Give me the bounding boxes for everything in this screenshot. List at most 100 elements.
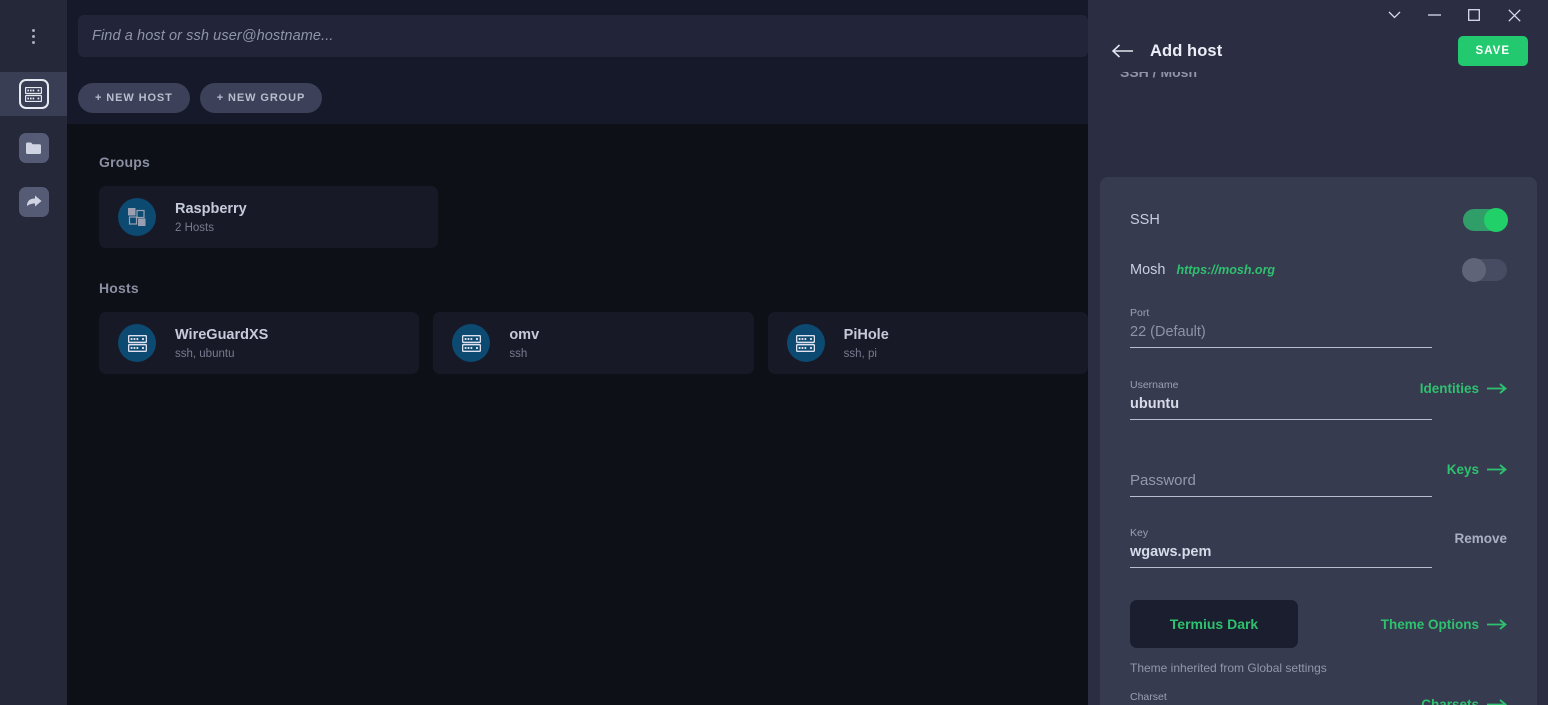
ssh-mosh-form-card: SSH Mosh https://mosh.org Port 22 (Defau… bbox=[1100, 177, 1537, 705]
kebab-menu-icon[interactable] bbox=[22, 24, 46, 48]
group-card[interactable]: Raspberry 2 Hosts bbox=[99, 186, 438, 248]
charsets-link[interactable]: Charsets bbox=[1421, 697, 1507, 705]
termius-window: Find a host or ssh user@hostname... + NE… bbox=[0, 0, 1548, 705]
server-icon bbox=[18, 79, 49, 109]
key-value: wgaws.pem bbox=[1130, 544, 1432, 568]
group-icon bbox=[118, 198, 156, 236]
folder-icon bbox=[18, 133, 49, 163]
forward-arrow-icon-glyph bbox=[26, 195, 41, 207]
mosh-label: Mosh bbox=[1130, 262, 1166, 278]
arrow-right-icon bbox=[1487, 699, 1507, 705]
group-subtitle: 2 Hosts bbox=[175, 221, 214, 234]
groups-list: Raspberry 2 Hosts bbox=[99, 186, 1088, 248]
group-icon-glyph bbox=[128, 208, 146, 226]
section-title-ssh-mosh: SSH / Mosh bbox=[1120, 72, 1198, 80]
close-icon[interactable] bbox=[1494, 0, 1534, 30]
minimize-icon[interactable] bbox=[1414, 0, 1454, 30]
theme-note: Theme inherited from Global settings bbox=[1130, 661, 1327, 675]
keys-link[interactable]: Keys bbox=[1447, 462, 1507, 477]
forward-arrow-icon bbox=[18, 187, 49, 217]
search-input[interactable]: Find a host or ssh user@hostname... bbox=[78, 15, 1088, 57]
host-card[interactable]: WireGuardXS ssh, ubuntu bbox=[99, 312, 420, 374]
password-placeholder: Password bbox=[1130, 472, 1432, 497]
host-title: WireGuardXS bbox=[175, 327, 269, 344]
server-icon bbox=[452, 324, 491, 362]
host-title: PiHole bbox=[843, 327, 889, 344]
server-icon bbox=[786, 324, 825, 362]
maximize-icon[interactable] bbox=[1454, 0, 1494, 30]
chevron-down-icon[interactable] bbox=[1374, 0, 1414, 30]
server-icon bbox=[118, 324, 156, 362]
host-title: omv bbox=[509, 327, 540, 344]
username-value: ubuntu bbox=[1130, 396, 1432, 420]
groups-section-label: Groups bbox=[99, 154, 150, 170]
charsets-label: Charsets bbox=[1421, 697, 1479, 705]
group-title: Raspberry bbox=[175, 201, 247, 218]
host-card[interactable]: PiHole ssh, pi bbox=[767, 312, 1088, 374]
server-icon-glyph bbox=[127, 334, 147, 352]
new-host-button[interactable]: + NEW HOST bbox=[78, 83, 190, 113]
hosts-list: WireGuardXS ssh, ubuntu omv ssh PiHole s… bbox=[99, 312, 1088, 374]
port-field[interactable]: Port 22 (Default) bbox=[1130, 307, 1432, 348]
panel-header: Add host SAVE bbox=[1088, 30, 1548, 72]
left-rail bbox=[0, 0, 67, 705]
host-card[interactable]: omv ssh bbox=[433, 312, 754, 374]
window-controls bbox=[1088, 0, 1548, 30]
server-icon-glyph bbox=[25, 86, 42, 102]
username-label: Username bbox=[1130, 379, 1179, 391]
port-value: 22 (Default) bbox=[1130, 324, 1432, 348]
remove-label: Remove bbox=[1454, 531, 1507, 546]
hosts-section-label: Hosts bbox=[99, 280, 139, 296]
theme-options-link[interactable]: Theme Options bbox=[1381, 617, 1507, 632]
username-row: Username ubuntu Identities bbox=[1130, 379, 1507, 420]
ssh-row: SSH bbox=[1130, 195, 1508, 245]
key-field[interactable]: Key wgaws.pem bbox=[1130, 527, 1432, 568]
mosh-toggle-knob bbox=[1462, 258, 1486, 282]
host-subtitle: ssh bbox=[509, 347, 528, 360]
theme-preview-button[interactable]: Termius Dark bbox=[1130, 600, 1298, 648]
main-content: Groups Raspberry 2 Hosts Hosts WireGuard… bbox=[67, 124, 1088, 705]
key-label: Key bbox=[1130, 527, 1149, 539]
port-label: Port bbox=[1130, 307, 1150, 319]
mosh-row: Mosh https://mosh.org bbox=[1130, 245, 1507, 295]
panel-body: SSH / Mosh SSH Mosh https://mosh.org Por… bbox=[1088, 72, 1548, 705]
arrow-right-icon bbox=[1487, 464, 1507, 475]
charset-row: Charset UTF-8 (Default) Charsets bbox=[1130, 691, 1507, 705]
back-arrow-icon[interactable] bbox=[1112, 44, 1134, 58]
search-placeholder: Find a host or ssh user@hostname... bbox=[92, 28, 334, 44]
ssh-toggle[interactable] bbox=[1463, 208, 1508, 232]
folder-icon-glyph bbox=[26, 142, 41, 154]
top-bar: Find a host or ssh user@hostname... bbox=[67, 0, 1088, 72]
host-subtitle: ssh, pi bbox=[843, 347, 877, 360]
sidebar-item-known-hosts[interactable] bbox=[0, 126, 67, 170]
key-row: Key wgaws.pem Remove bbox=[1130, 527, 1507, 568]
password-field[interactable]: Password bbox=[1130, 472, 1432, 497]
host-card-text: PiHole ssh, pi bbox=[844, 326, 889, 359]
server-icon-glyph bbox=[461, 334, 481, 352]
group-card-text: Raspberry 2 Hosts bbox=[175, 200, 247, 233]
arrow-right-icon bbox=[1487, 383, 1507, 394]
mosh-link[interactable]: https://mosh.org bbox=[1176, 263, 1275, 277]
host-card-text: omv ssh bbox=[509, 326, 539, 359]
mosh-toggle[interactable] bbox=[1462, 258, 1507, 282]
username-field[interactable]: Username ubuntu bbox=[1130, 379, 1432, 420]
save-button[interactable]: SAVE bbox=[1457, 36, 1528, 66]
theme-preview-label: Termius Dark bbox=[1169, 616, 1259, 632]
add-host-panel: Add host SAVE SSH / Mosh SSH Mosh https:… bbox=[1088, 0, 1548, 705]
identities-link[interactable]: Identities bbox=[1420, 381, 1507, 396]
host-subtitle: ssh, ubuntu bbox=[175, 347, 235, 360]
charset-field[interactable]: Charset UTF-8 (Default) bbox=[1130, 691, 1432, 705]
host-card-text: WireGuardXS ssh, ubuntu bbox=[175, 326, 268, 359]
page-title: Add host bbox=[1150, 41, 1223, 60]
sidebar-item-hosts[interactable] bbox=[0, 72, 67, 116]
sidebar-item-port-forwarding[interactable] bbox=[0, 180, 67, 224]
theme-row: Termius Dark Theme Options bbox=[1130, 600, 1507, 648]
password-row: Password Keys bbox=[1130, 462, 1507, 497]
ssh-toggle-knob bbox=[1484, 208, 1508, 232]
port-row: Port 22 (Default) bbox=[1130, 307, 1507, 348]
new-group-button[interactable]: + NEW GROUP bbox=[199, 83, 323, 113]
remove-key-button[interactable]: Remove bbox=[1454, 531, 1507, 546]
ssh-label: SSH bbox=[1130, 212, 1160, 228]
charset-label: Charset bbox=[1130, 691, 1167, 703]
